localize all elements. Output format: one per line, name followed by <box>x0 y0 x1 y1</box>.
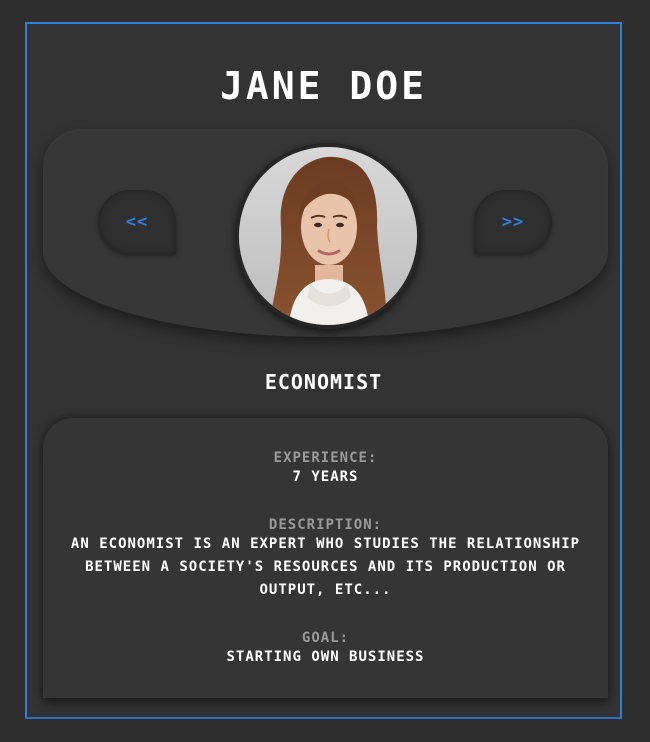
goal-value: STARTING OWN BUSINESS <box>226 649 425 665</box>
description-section: DESCRIPTION: AN ECONOMIST IS AN EXPERT W… <box>43 517 608 602</box>
avatar-photo <box>239 147 417 325</box>
description-label: DESCRIPTION: <box>268 517 383 533</box>
double-chevron-right-icon: >> <box>501 212 525 232</box>
profile-role: ECONOMIST <box>264 370 383 394</box>
next-button[interactable]: >> <box>474 190 552 254</box>
profile-name: JANE DOE <box>219 64 428 108</box>
experience-value: 7 YEARS <box>292 469 359 485</box>
details-panel: EXPERIENCE: 7 YEARS DESCRIPTION: AN ECON… <box>43 418 608 698</box>
prev-button[interactable]: << <box>98 190 176 254</box>
goal-section: GOAL: STARTING OWN BUSINESS <box>43 630 608 669</box>
avatar <box>235 143 421 329</box>
description-value: AN ECONOMIST IS AN EXPERT WHO STUDIES TH… <box>70 536 581 598</box>
goal-label: GOAL: <box>301 630 350 646</box>
avatar-carousel: << >> <box>43 129 608 337</box>
double-chevron-left-icon: << <box>125 212 149 232</box>
profile-card: JANE DOE << >> ECONOMIST EXPERIENCE: 7 Y… <box>25 22 622 719</box>
experience-label: EXPERIENCE: <box>273 450 378 466</box>
experience-section: EXPERIENCE: 7 YEARS <box>43 450 608 489</box>
